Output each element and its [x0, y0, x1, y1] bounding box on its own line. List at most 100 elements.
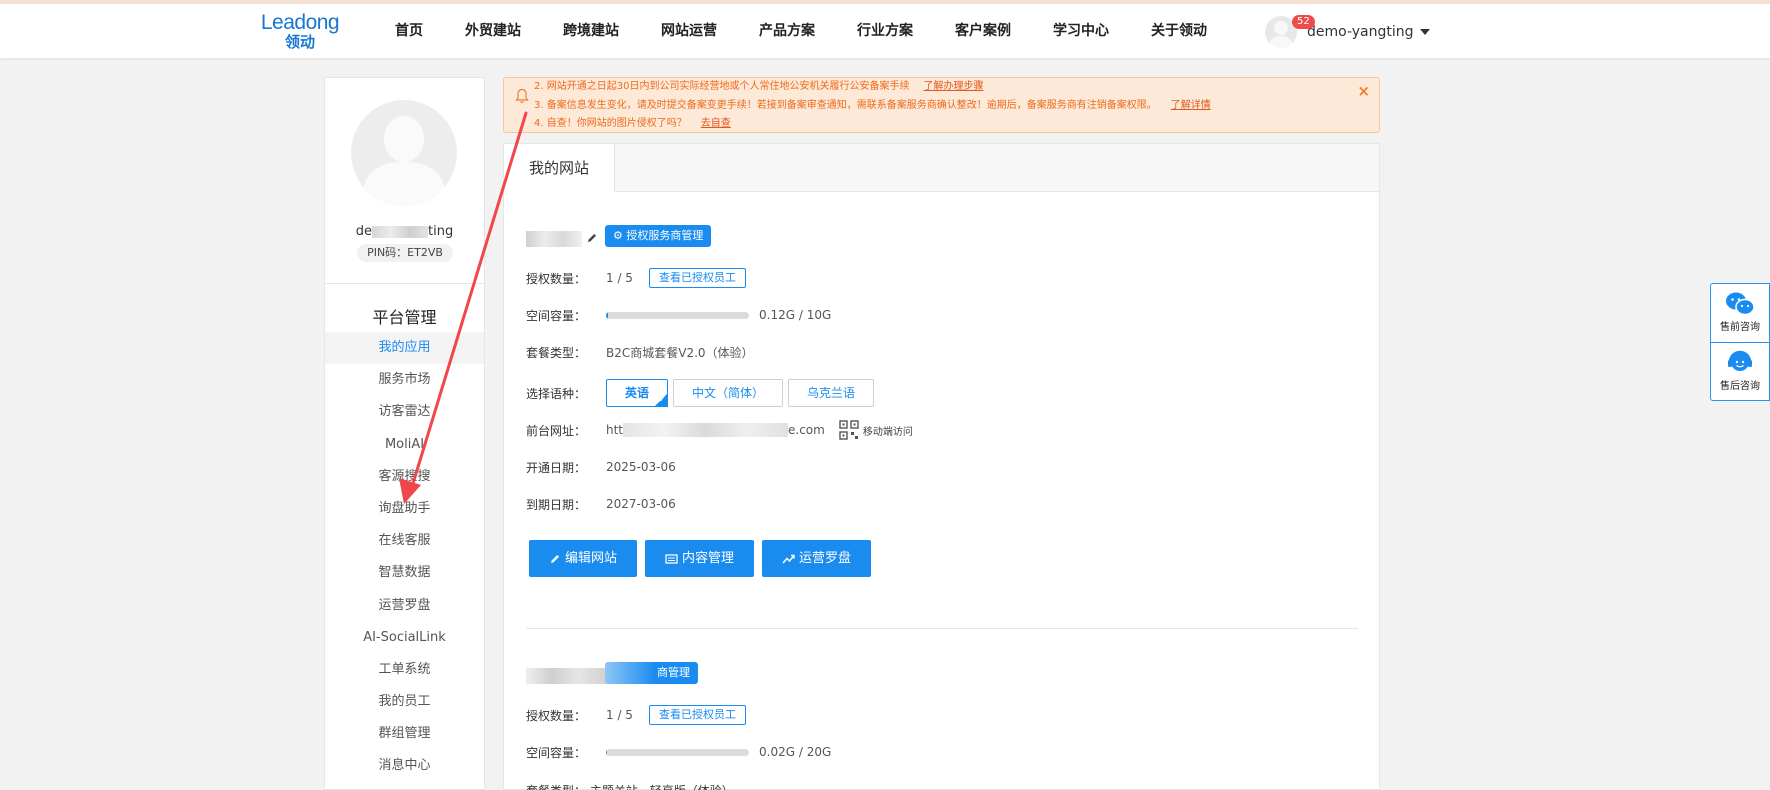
tab-my-sites[interactable]: 我的网站	[504, 144, 615, 192]
divider	[325, 283, 484, 284]
row-language: 选择语种： 英语 ✓ 中文（简体） 乌克兰语	[526, 379, 879, 407]
close-icon[interactable]: ×	[1357, 82, 1370, 100]
nav-product-solutions[interactable]: 产品方案	[759, 4, 815, 58]
language-option-chinese[interactable]: 中文（简体）	[673, 379, 784, 407]
sidebar: de ting PIN码：ET2VB 平台管理 我的应用 服务市场 访客雷达 Mo…	[324, 77, 485, 790]
nav-about[interactable]: 关于领动	[1151, 4, 1207, 58]
notification-badge[interactable]: 52	[1292, 15, 1315, 29]
space-value: 0.12G / 10G	[759, 308, 832, 322]
sidebar-menu: 我的应用 服务市场 访客雷达 MoliAI 客源搜搜 询盘助手 在线客服 智慧数…	[325, 332, 484, 783]
row-auth-count: 授权数量： 1 / 5 查看已授权员工	[526, 268, 746, 288]
space-progress-bar	[606, 748, 749, 756]
notice-link-steps[interactable]: 了解办理步骤	[923, 81, 983, 92]
aftersale-consult-button[interactable]: 售后咨询	[1711, 342, 1769, 400]
language-option-english[interactable]: 英语 ✓	[606, 379, 669, 407]
sidebar-item-lead-search[interactable]: 客源搜搜	[325, 461, 484, 493]
notice-link-details[interactable]: 了解详情	[1171, 100, 1211, 111]
sidebar-item-group-management[interactable]: 群组管理	[325, 718, 484, 750]
redacted-url	[623, 423, 789, 438]
view-authorized-staff-button[interactable]: 查看已授权员工	[648, 705, 746, 725]
authorized-provider-button[interactable]: ⚙ 授权服务商管理	[605, 225, 712, 247]
sidebar-item-ticket-system[interactable]: 工单系统	[325, 654, 484, 686]
notice-lines: 2. 网站开通之日起30日内到公司实际经营地或个人常住地公安机关履行公安备案手续…	[534, 78, 1211, 134]
space-label: 空间容量：	[526, 308, 587, 323]
nav-learning-center[interactable]: 学习中心	[1053, 4, 1109, 58]
operation-compass-button[interactable]: 运营罗盘	[762, 540, 872, 577]
auth-button-label: 授权服务商管理	[626, 229, 704, 242]
nav-site-operation[interactable]: 网站运营	[661, 4, 717, 58]
floating-consult-bar: 售前咨询 售后咨询	[1710, 283, 1770, 401]
notice-link-self-check[interactable]: 去自查	[701, 118, 731, 129]
notice-line-3: 3. 备案信息发生变化，请及时提交备案变更手续！若接到备案审查通知，需联系备案服…	[534, 97, 1211, 116]
notice-line-4: 4. 自查！你网站的图片侵权了吗？ 去自查	[534, 115, 1211, 134]
nav-customer-cases[interactable]: 客户案例	[955, 4, 1011, 58]
presale-consult-button[interactable]: 售前咨询	[1711, 284, 1769, 342]
edit-site-label: 编辑网站	[565, 551, 618, 566]
nav-home[interactable]: 首页	[395, 4, 423, 58]
mobile-access[interactable]: 移动端访问	[839, 420, 913, 440]
site-url[interactable]: htt e.com	[606, 423, 825, 438]
operation-compass-label: 运营罗盘	[799, 551, 852, 566]
logo-text-cn: 领动	[284, 33, 315, 51]
sidebar-item-moliai[interactable]: MoliAI	[325, 429, 484, 461]
space-progress-fill	[606, 311, 608, 319]
sidebar-item-inquiry-assistant[interactable]: 询盘助手	[325, 493, 484, 525]
row-open-date: 开通日期： 2025-03-06	[526, 457, 676, 477]
url-suffix: e.com	[788, 422, 825, 437]
main-nav: 首页 外贸建站 跨境建站 网站运营 产品方案 行业方案 客户案例 学习中心 关于…	[395, 4, 1249, 58]
qr-code-icon	[839, 420, 859, 440]
language-english-label: 英语	[625, 386, 650, 400]
url-label: 前台网址：	[526, 423, 587, 438]
space-progress-bar	[606, 311, 749, 319]
trend-up-icon	[782, 554, 795, 563]
header-username[interactable]: demo-yangting	[1307, 24, 1414, 40]
nav-cross-border-site[interactable]: 跨境建站	[563, 4, 619, 58]
content-management-button[interactable]: 内容管理	[645, 540, 755, 577]
my-sites-panel: 我的网站 ⚙ 授权服务商管理 授权数量： 1 / 5 查看已授权员工 空间容量：…	[503, 143, 1380, 790]
authorized-provider-button[interactable]: 商管理	[655, 662, 698, 684]
leadong-logo[interactable]: Leadong 领动	[255, 12, 345, 52]
bell-icon	[515, 88, 529, 104]
expire-date-label: 到期日期：	[526, 497, 587, 512]
content-icon	[665, 553, 678, 564]
language-option-ukrainian[interactable]: 乌克兰语	[788, 379, 875, 407]
plan-partial: 套餐类型： 主题关站 - 轻享版（体验）	[526, 782, 734, 790]
sidebar-item-online-service[interactable]: 在线客服	[325, 525, 484, 557]
pencil-icon	[551, 554, 559, 563]
gear-icon: ⚙	[613, 229, 623, 242]
url-prefix: htt	[606, 422, 624, 437]
auth-count-label: 授权数量：	[526, 271, 587, 286]
user-menu[interactable]: 52 demo-yangting	[1265, 12, 1430, 52]
mobile-access-label: 移动端访问	[862, 426, 913, 438]
plan-label: 套餐类型：	[526, 345, 587, 360]
logo-text-en: Leadong	[260, 11, 340, 34]
sidebar-item-my-apps[interactable]: 我的应用	[325, 332, 484, 365]
sidebar-item-smart-data[interactable]: 智慧数据	[325, 557, 484, 589]
pencil-icon[interactable]	[586, 232, 598, 244]
row-space-2: 空间容量： 0.02G / 20G	[526, 742, 831, 762]
expire-date-value: 2027-03-06	[606, 497, 676, 511]
sidebar-item-service-market[interactable]: 服务市场	[325, 364, 484, 396]
top-header: Leadong 领动 首页 外贸建站 跨境建站 网站运营 产品方案 行业方案 客…	[0, 4, 1770, 58]
sidebar-item-ai-sociallink[interactable]: AI-SocialLink	[325, 622, 484, 654]
row-plan-2: 套餐类型： 主题关站 - 轻享版（体验）	[526, 780, 734, 790]
open-date-value: 2025-03-06	[606, 460, 676, 474]
chevron-down-icon[interactable]	[1419, 29, 1430, 35]
edit-site-button[interactable]: 编辑网站	[529, 540, 638, 577]
view-authorized-staff-button[interactable]: 查看已授权员工	[648, 268, 746, 288]
space-label: 空间容量：	[526, 745, 587, 760]
nav-industry-solutions[interactable]: 行业方案	[857, 4, 913, 58]
sidebar-item-visitor-radar[interactable]: 访客雷达	[325, 396, 484, 428]
notice-text: 3. 备案信息发生变化，请及时提交备案变更手续！若接到备案审查通知，需联系备案服…	[534, 99, 1157, 111]
headset-icon	[1728, 350, 1752, 371]
nav-foreign-trade-site[interactable]: 外贸建站	[465, 4, 521, 58]
sidebar-item-message-center[interactable]: 消息中心	[325, 750, 484, 782]
pin-code: PIN码：ET2VB	[357, 244, 453, 262]
language-label: 选择语种：	[526, 386, 587, 401]
aftersale-label: 售后咨询	[1720, 381, 1760, 392]
redacted-site-name	[526, 231, 582, 247]
sidebar-item-operation-compass[interactable]: 运营罗盘	[325, 590, 484, 622]
profile-username-prefix: de	[355, 224, 373, 239]
profile-username-suffix: ting	[428, 224, 454, 239]
sidebar-item-my-staff[interactable]: 我的员工	[325, 686, 484, 718]
